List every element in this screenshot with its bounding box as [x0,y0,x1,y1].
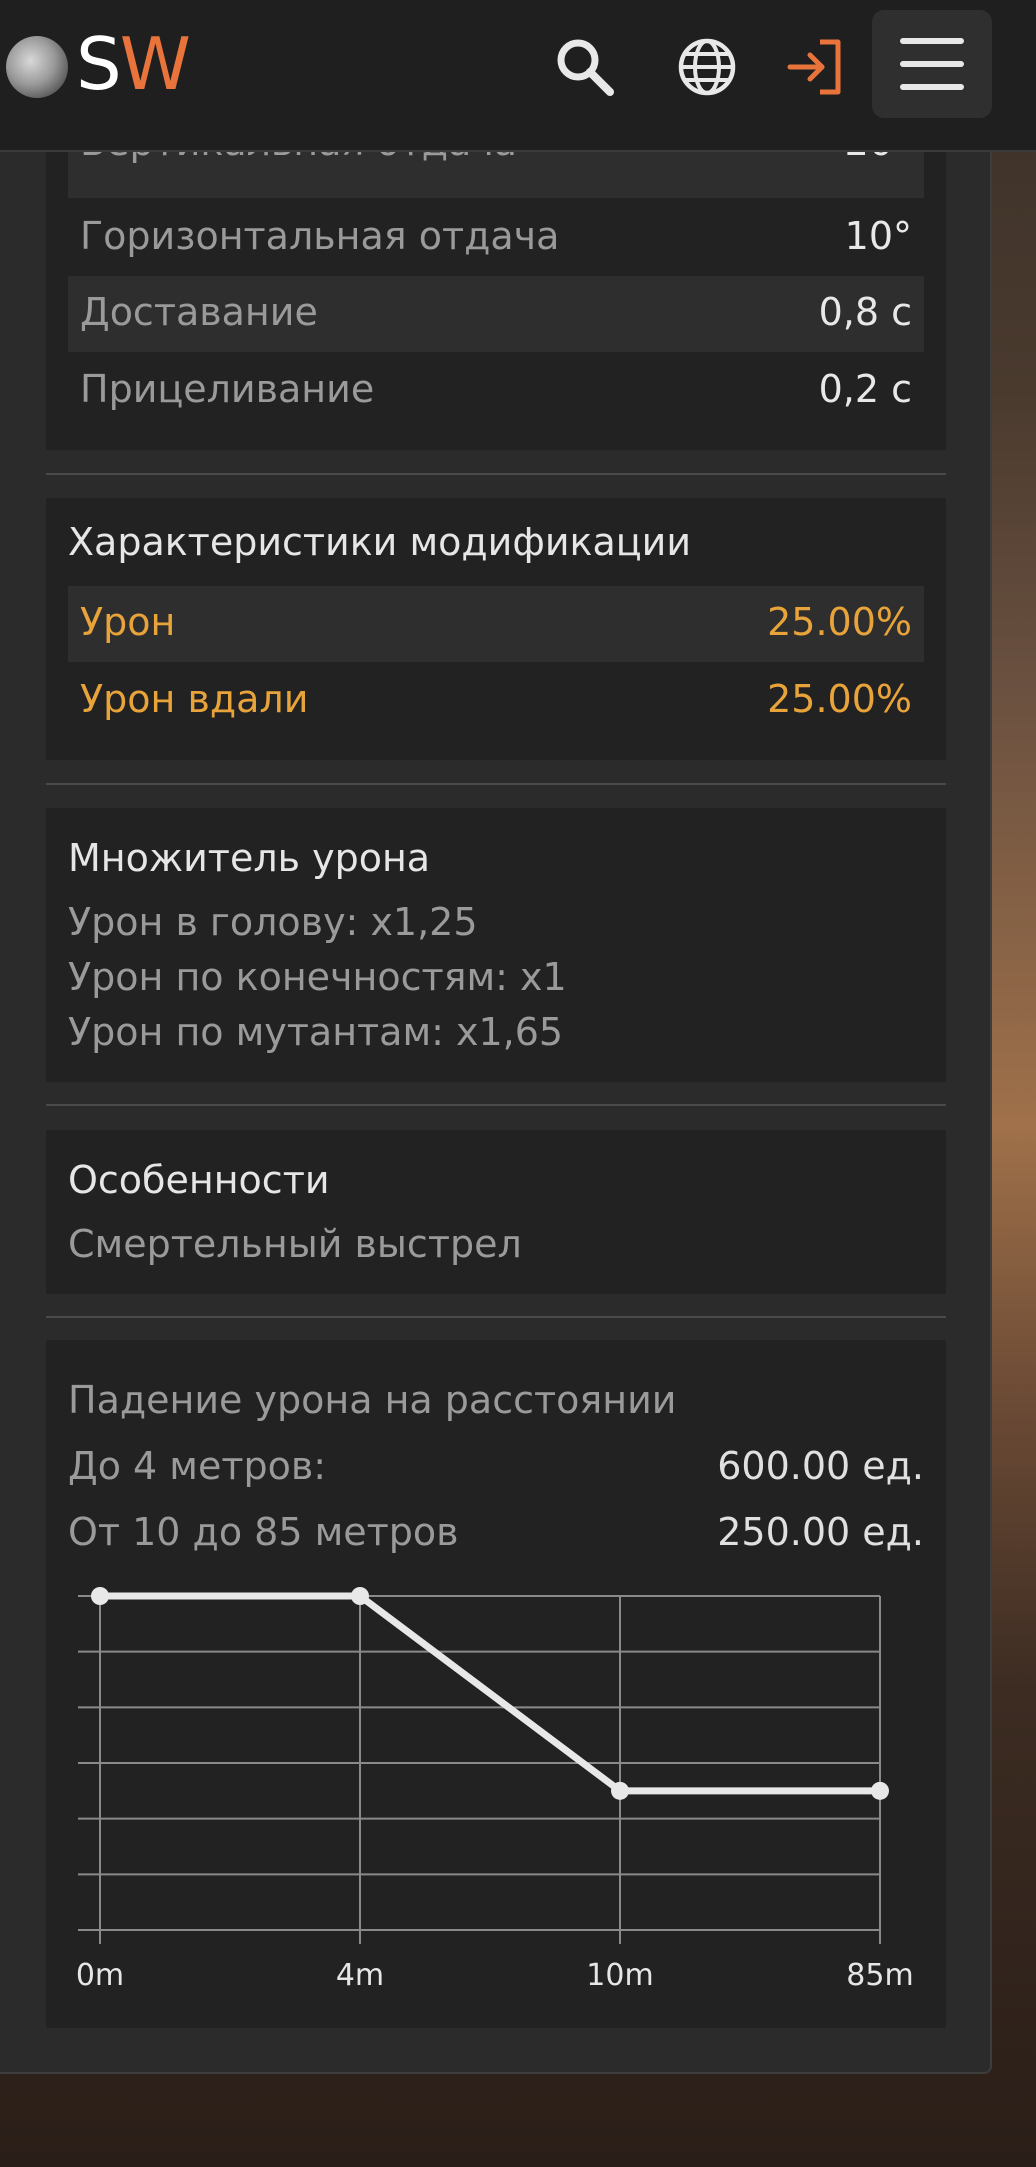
logo-letter-s: S [76,22,122,106]
x-tick-label: 85m [846,1958,913,1993]
data-point [91,1587,109,1605]
stat-label: Доставание [80,290,318,334]
divider [46,1316,946,1318]
stat-row: Горизонтальная отдача 10° [68,200,924,276]
multiplier-title: Множитель урона [68,836,431,880]
multiplier-line: Урон по конечностям: x1 [68,955,567,999]
features-title: Особенности [68,1158,330,1202]
series-line [100,1592,880,1795]
menu-icon-bar [900,61,964,67]
modification-value: 25.00% [767,677,912,721]
stat-value: 0,8 с [818,290,912,334]
modification-value: 25.00% [767,600,912,644]
data-point [871,1781,889,1800]
modification-title: Характеристики модификации [68,520,692,564]
stat-value: 0,2 с [818,367,912,411]
stat-value: 10° [844,214,912,258]
divider [46,473,946,475]
modification-label: Урон вдали [80,677,309,721]
stat-label: Горизонтальная отдача [80,214,560,258]
logo-icon[interactable] [6,36,68,98]
x-tick-label: 0m [76,1958,124,1993]
damage-falloff-chart: 0m 4m 10m 85m [76,1587,914,1993]
menu-icon [900,38,964,44]
falloff-card: Падение урона на расстоянии До 4 метров:… [46,1340,946,2028]
features-text: Смертельный выстрел [68,1222,522,1266]
data-point [611,1781,629,1800]
multiplier-card: Множитель урона Урон в голову: x1,25 Уро… [46,808,946,1082]
menu-button[interactable] [872,10,992,118]
stat-row: Доставание 0,8 с [68,276,924,352]
x-tick-label: 4m [336,1958,384,1993]
modification-label: Урон [80,600,176,644]
divider [46,1104,946,1106]
data-point [351,1587,369,1605]
divider [46,783,946,785]
features-card: Особенности Смертельный выстрел [46,1130,946,1294]
globe-icon[interactable] [674,34,740,100]
site-logo[interactable]: SW [76,22,191,106]
multiplier-line: Урон по мутантам: x1,65 [68,1010,564,1054]
multiplier-line: Урон в голову: x1,25 [68,900,478,944]
menu-icon-bar [900,84,964,90]
modification-card: Характеристики модификации Урон 25.00% У… [46,498,946,760]
modification-row: Урон 25.00% [68,586,924,662]
search-icon[interactable] [552,34,618,100]
x-tick-label: 10m [586,1958,653,1993]
stat-label: Прицеливание [80,367,375,411]
logo-letter-w: W [119,22,191,106]
modification-row: Урон вдали 25.00% [68,663,924,739]
login-icon[interactable] [784,34,850,100]
stat-row: Прицеливание 0,2 с [68,353,924,429]
site-header: SW [0,0,1036,152]
stats-card: Вертикальная отдача 20° Горизонтальная о… [46,120,946,450]
